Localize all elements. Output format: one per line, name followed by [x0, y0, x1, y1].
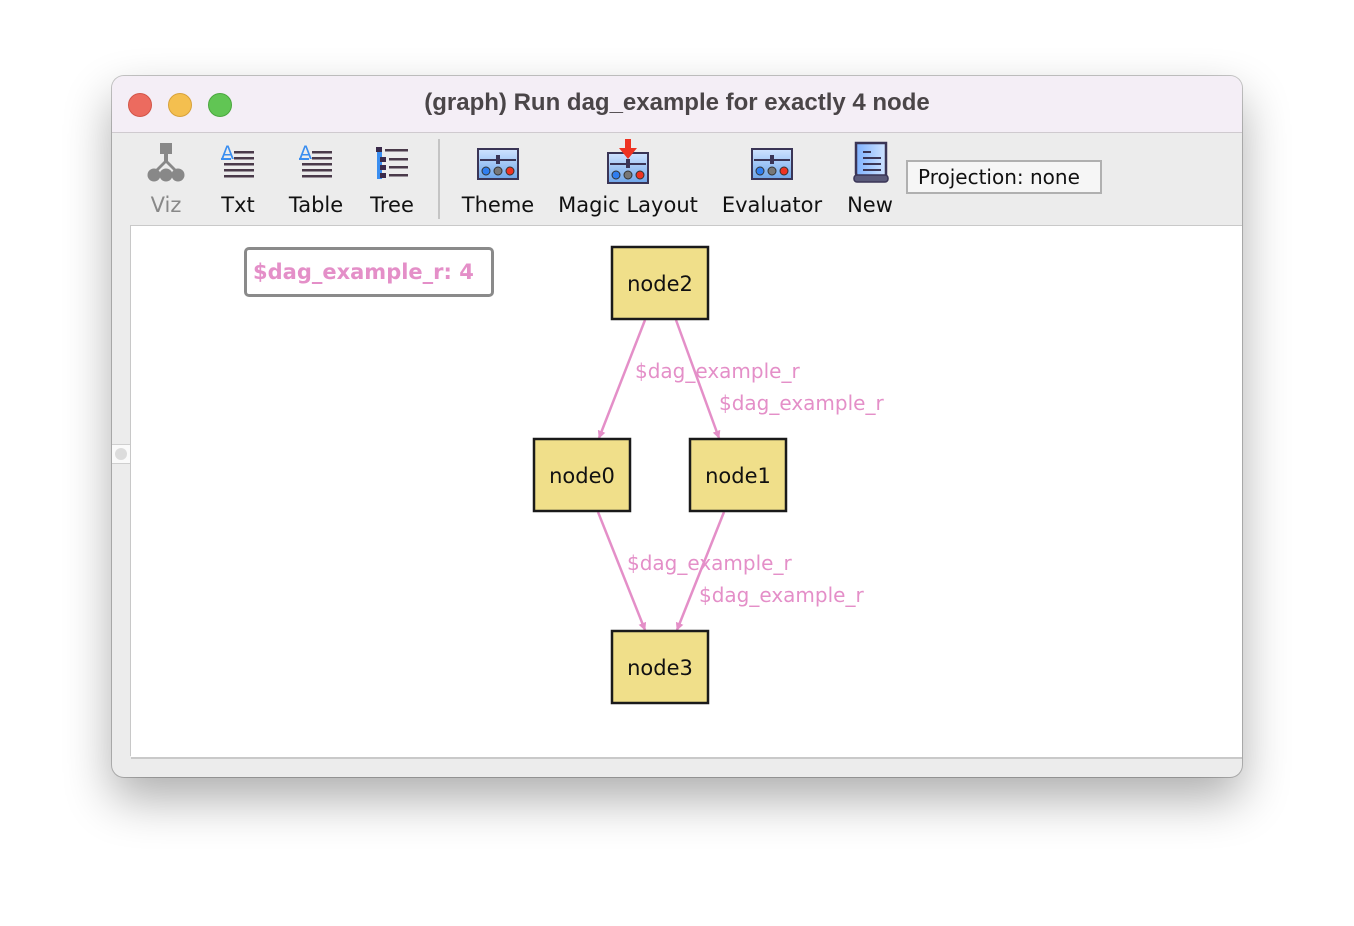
graph-svg: $dag_example_r $dag_example_r $dag_example…: [532, 245, 884, 705]
txt-label: Txt: [221, 193, 255, 217]
viz-button[interactable]: Viz: [140, 133, 192, 225]
table-button[interactable]: A Table: [284, 133, 348, 225]
toolbar-separator: [438, 139, 440, 219]
theme-sliders-icon: [477, 148, 519, 180]
tree-list-icon: [376, 147, 408, 179]
svg-text:A: A: [221, 142, 234, 164]
title-bar: (graph) Run dag_example for exactly 4 no…: [112, 76, 1242, 133]
theme-button[interactable]: Theme: [458, 133, 538, 225]
svg-text:A: A: [299, 142, 312, 164]
tree-button[interactable]: Tree: [362, 133, 422, 225]
magic-layout-button[interactable]: Magic Layout: [556, 133, 700, 225]
toolbar: Viz A Txt A Table Tree Theme Magic Layou…: [112, 133, 1242, 225]
tree-label: Tree: [370, 193, 414, 217]
evaluator-button[interactable]: Evaluator: [720, 133, 824, 225]
evaluator-label: Evaluator: [721, 193, 823, 217]
edge-label: $dag_example_r: [635, 359, 800, 383]
edge-label: $dag_example_r: [719, 391, 884, 415]
graph-node-node3[interactable]: node3: [610, 629, 710, 705]
window-title: (graph) Run dag_example for exactly 4 no…: [424, 89, 930, 116]
splitter-handle[interactable]: [112, 444, 130, 464]
node-label: node1: [705, 464, 771, 488]
graph-node-node2[interactable]: node2: [610, 245, 710, 321]
viz-label: Viz: [150, 193, 182, 217]
new-label: New: [847, 193, 893, 217]
node-label: node2: [627, 272, 693, 296]
theme-label: Theme: [461, 193, 535, 217]
graph-tree-icon: [147, 143, 185, 182]
graph-node-node0[interactable]: node0: [532, 437, 632, 513]
edge-label: $dag_example_r: [699, 583, 864, 607]
magic-layout-icon: [607, 139, 649, 184]
scroll-document-icon: [853, 141, 889, 183]
table-label: Table: [288, 193, 344, 217]
evaluator-sliders-icon: [751, 148, 793, 180]
table-icon: A: [299, 142, 332, 178]
graph-node-node1[interactable]: node1: [688, 437, 788, 513]
text-icon: A: [221, 142, 254, 178]
new-button[interactable]: New: [842, 133, 898, 225]
magic-layout-label: Magic Layout: [558, 193, 698, 217]
left-splitter[interactable]: [112, 225, 131, 756]
edge-label: $dag_example_r: [627, 551, 792, 575]
node-label: node3: [627, 656, 693, 680]
graph-canvas[interactable]: $dag_example_r: 4 $dag_example_r $dag_exa…: [131, 225, 1242, 759]
app-window: (graph) Run dag_example for exactly 4 no…: [112, 76, 1242, 777]
txt-button[interactable]: A Txt: [212, 133, 264, 225]
node-label: node0: [549, 464, 615, 488]
projection-dropdown[interactable]: Projection: none: [906, 160, 1102, 194]
